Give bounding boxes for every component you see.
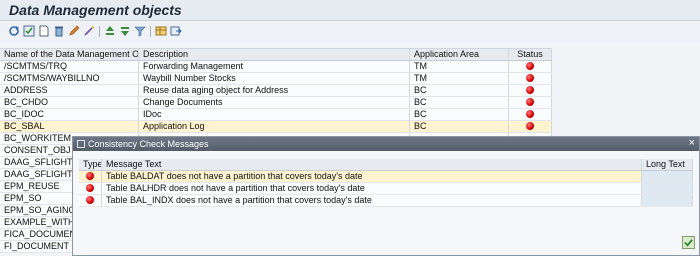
error-red-light-icon [86, 184, 94, 192]
status-red-light-icon [526, 122, 534, 130]
error-red-light-icon [86, 172, 94, 180]
close-icon[interactable]: × [689, 137, 695, 149]
table-row[interactable]: BC_SBAL Application Log BC [0, 121, 552, 133]
edit-pencil-icon[interactable] [68, 25, 80, 37]
cell-name[interactable]: ADDRESS [0, 85, 139, 96]
cell-message-text: Table BAL_INDX does not have a partition… [102, 195, 642, 206]
cell-application-area: BC [410, 85, 509, 96]
cell-description: IDoc [139, 109, 410, 120]
cell-long-text[interactable] [642, 183, 693, 194]
new-document-icon[interactable] [38, 25, 50, 37]
window-icon [77, 140, 85, 148]
dialog-title-bar[interactable]: Consistency Check Messages × [73, 137, 699, 151]
cell-application-area: BC [410, 97, 509, 108]
cell-name[interactable]: BC_CHDO [0, 97, 139, 108]
cell-application-area: BC [410, 121, 509, 132]
consistency-check-dialog: Consistency Check Messages × Type Messag… [72, 136, 700, 256]
sort-ascending-icon[interactable] [104, 25, 116, 37]
cell-application-area: TM [410, 73, 509, 84]
status-red-light-icon [526, 86, 534, 94]
cell-name[interactable]: /SCMTMS/WAYBILLNO [0, 73, 139, 84]
column-header-status[interactable]: Status [509, 49, 552, 60]
error-red-light-icon [86, 196, 94, 204]
status-red-light-icon [526, 74, 534, 82]
table-header: Name of the Data Management Obje... Desc… [0, 48, 552, 61]
dialog-title: Consistency Check Messages [88, 139, 209, 149]
column-header-long-text[interactable]: Long Text [642, 159, 693, 170]
column-header-type[interactable]: Type [79, 159, 102, 170]
cell-status [509, 73, 552, 84]
cell-status [509, 97, 552, 108]
cell-name[interactable]: BC_IDOC [0, 109, 139, 120]
refresh-icon[interactable] [8, 25, 20, 37]
export-icon[interactable] [170, 25, 182, 37]
column-header-application-area[interactable]: Application Area [410, 49, 509, 60]
table-row[interactable]: ADDRESS Reuse data aging object for Addre… [0, 85, 552, 97]
messages-header: Type Message Text Long Text [79, 159, 693, 171]
cell-description: Reuse data aging object for Address [139, 85, 410, 96]
status-red-light-icon [526, 62, 534, 70]
cell-type [79, 195, 102, 206]
toolbar-separator [150, 26, 151, 37]
cell-status [509, 109, 552, 120]
cell-name[interactable]: /SCMTMS/TRQ [0, 61, 139, 72]
cell-status [509, 85, 552, 96]
cell-status [509, 121, 552, 132]
message-row[interactable]: Table BALHDR does not have a partition t… [79, 183, 693, 195]
check-icon[interactable] [23, 25, 35, 37]
messages-table: Type Message Text Long Text Table BALDAT… [79, 159, 693, 207]
cell-application-area: TM [410, 61, 509, 72]
table-row[interactable]: BC_IDOC IDoc BC [0, 109, 552, 121]
delete-icon[interactable] [53, 25, 65, 37]
cell-long-text[interactable] [642, 195, 693, 206]
filter-icon[interactable] [134, 25, 146, 37]
message-row[interactable]: Table BAL_INDX does not have a partition… [79, 195, 693, 207]
table-row[interactable]: /SCMTMS/WAYBILLNO Waybill Number Stocks TM [0, 73, 552, 85]
cell-long-text[interactable] [642, 171, 693, 182]
cell-description: Waybill Number Stocks [139, 73, 410, 84]
title-bar: Data Management objects [0, 0, 700, 21]
cell-application-area: BC [410, 109, 509, 120]
message-row[interactable]: Table BALDAT does not have a partition t… [79, 171, 693, 183]
status-red-light-icon [526, 110, 534, 118]
cell-message-text: Table BALDAT does not have a partition t… [102, 171, 642, 182]
cell-type [79, 171, 102, 182]
column-header-message-text[interactable]: Message Text [102, 159, 642, 170]
page-title: Data Management objects [9, 2, 182, 18]
column-header-description[interactable]: Description [139, 49, 410, 60]
table-row[interactable]: BC_CHDO Change Documents BC [0, 97, 552, 109]
confirm-check-icon[interactable] [682, 236, 695, 249]
column-header-name[interactable]: Name of the Data Management Obje... [0, 49, 139, 60]
cell-description: Change Documents [139, 97, 410, 108]
status-red-light-icon [526, 98, 534, 106]
cell-status [509, 61, 552, 72]
magic-wand-icon[interactable] [83, 25, 95, 37]
cell-description: Application Log [139, 121, 410, 132]
cell-name[interactable]: BC_SBAL [0, 121, 139, 132]
cell-message-text: Table BALHDR does not have a partition t… [102, 183, 642, 194]
cell-description: Forwarding Management [139, 61, 410, 72]
sort-descending-icon[interactable] [119, 25, 131, 37]
layout-grid-icon[interactable] [155, 25, 167, 37]
table-row[interactable]: /SCMTMS/TRQ Forwarding Management TM [0, 61, 552, 73]
toolbar-separator [99, 26, 100, 37]
toolbar [0, 22, 700, 42]
cell-type [79, 183, 102, 194]
